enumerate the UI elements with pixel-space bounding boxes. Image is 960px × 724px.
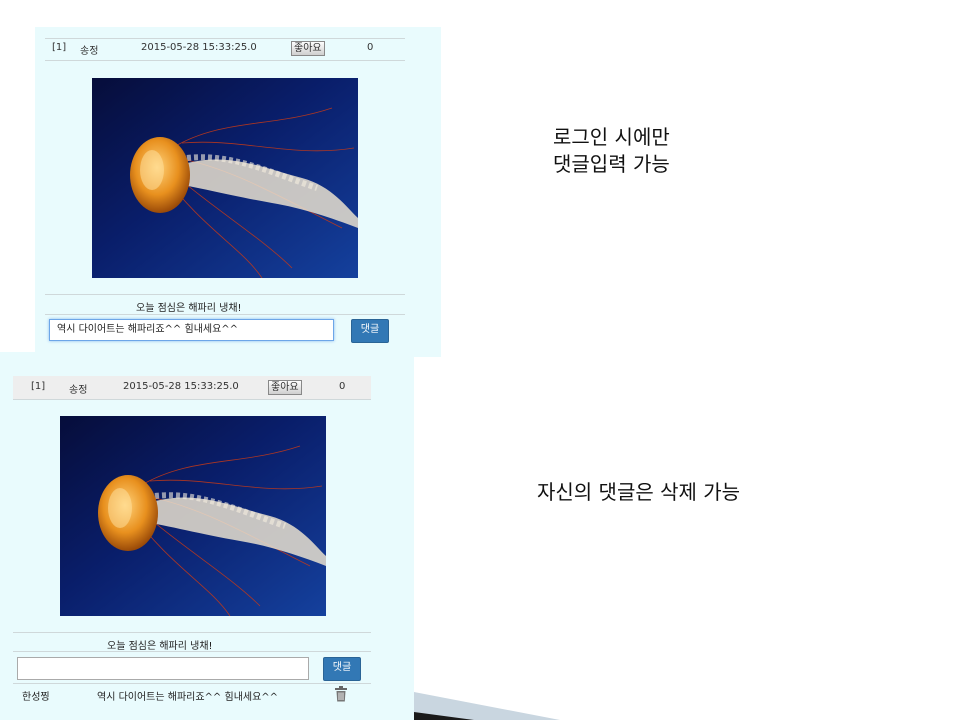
divider [45, 60, 405, 61]
post-datetime: 2015-05-28 15:33:25.0 [123, 381, 239, 392]
like-button[interactable]: 좋아요 [268, 380, 302, 395]
post-author: 송정 [80, 46, 99, 57]
comment-input[interactable] [17, 657, 309, 680]
post-index: [1] [52, 42, 67, 53]
slide-corner-decoration [414, 686, 560, 720]
post-header: [1] 송정 2015-05-28 15:33:25.0 좋아요 0 [0, 380, 414, 397]
post-author: 송정 [69, 385, 88, 396]
trash-icon[interactable] [334, 686, 348, 702]
login-note-line1: 로그인 시에만 [553, 125, 670, 149]
divider [45, 314, 405, 315]
post-datetime: 2015-05-28 15:33:25.0 [141, 42, 257, 53]
delete-note: 자신의 댓글은 삭제 가능 [537, 480, 741, 504]
divider [45, 294, 405, 295]
post-caption: 오늘 점심은 해파리 냉채! [107, 641, 213, 652]
jellyfish-photo [60, 416, 326, 616]
post-index: [1] [31, 381, 46, 392]
like-count: 0 [339, 381, 346, 392]
comment-text: 역시 다이어트는 해파리죠^^ 힘내세요^^ [97, 692, 279, 703]
jellyfish-photo [92, 78, 358, 278]
post-caption: 오늘 점심은 해파리 냉채! [136, 303, 242, 314]
divider [13, 632, 371, 633]
comment-submit-button[interactable]: 댓글 [351, 319, 389, 343]
post-header: [1] 송정 2015-05-28 15:33:25.0 좋아요 0 [35, 41, 441, 58]
divider [13, 683, 371, 684]
comment-author: 한성찡 [22, 692, 50, 703]
divider [13, 651, 371, 652]
comment-input[interactable]: 역시 다이어트는 해파리죠^^ 힘내세요^^ [49, 319, 334, 341]
login-note-line2: 댓글입력 가능 [553, 152, 670, 176]
comment-submit-button[interactable]: 댓글 [323, 657, 361, 681]
divider [13, 399, 371, 400]
like-button[interactable]: 좋아요 [291, 41, 325, 56]
post-panel-bottom: [1] 송정 2015-05-28 15:33:25.0 좋아요 0 오늘 점심… [0, 352, 414, 720]
divider [45, 38, 405, 39]
like-count: 0 [367, 42, 374, 53]
post-panel-top: [1] 송정 2015-05-28 15:33:25.0 좋아요 0 오늘 점심… [35, 27, 441, 357]
